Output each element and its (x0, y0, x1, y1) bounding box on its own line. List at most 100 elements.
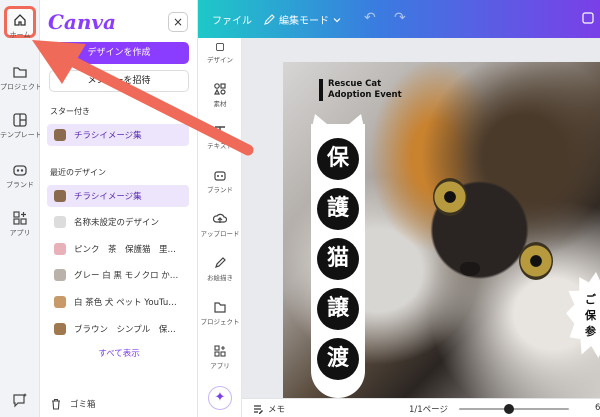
brand-icon (13, 165, 27, 176)
resize-icon[interactable] (582, 12, 594, 24)
rail-item-apps[interactable]: アプリ (0, 210, 40, 238)
tool-design[interactable]: デザイン (198, 42, 242, 64)
tool-label: アップロード (200, 230, 240, 238)
tool-label: プロジェクト (200, 318, 240, 326)
title-char: 保 (317, 138, 359, 180)
title-char: 猫 (317, 238, 359, 280)
show-all-link[interactable]: すべて表示 (40, 347, 198, 359)
recent-item[interactable]: ピンク 茶 保護猫 里… (47, 238, 189, 260)
tool-label: テキスト (207, 142, 233, 150)
apps-icon (13, 211, 27, 225)
design-thumbnail (54, 296, 66, 308)
rail-item-templates[interactable]: テンプレート (0, 112, 40, 140)
design-thumbnail (54, 216, 66, 228)
template-icon (13, 113, 27, 127)
tool-label: デザイン (207, 56, 233, 64)
brand-icon (214, 171, 226, 181)
design-thumbnail (54, 243, 66, 255)
rail-item-brand[interactable]: ブランド (0, 162, 40, 190)
trash-link[interactable]: ゴミ箱 (50, 398, 96, 410)
design-thumbnail (54, 323, 66, 335)
recent-item-label: 白 茶色 犬 ペット YouTu… (74, 298, 177, 308)
rail-label-projects: プロジェクト (0, 83, 40, 91)
design-thumbnail (54, 269, 66, 281)
tool-text[interactable]: テキスト (198, 124, 242, 150)
zoom-slider-handle[interactable] (503, 404, 514, 414)
tool-elements[interactable]: 素材 (198, 82, 242, 108)
close-panel-button[interactable]: × (168, 12, 188, 32)
recent-item[interactable]: ブラウン シンプル 保… (47, 318, 189, 340)
starred-title: スター付き (50, 107, 90, 116)
tool-label: ブランド (207, 186, 233, 194)
invite-label: メンバーを招待 (87, 76, 151, 86)
project-icon (214, 302, 226, 313)
cat-eye-left (433, 178, 467, 216)
page-count[interactable]: 1/1ページ (409, 403, 448, 415)
sparkle-chat-icon (13, 393, 27, 408)
sparkle-icon: ✦ (214, 390, 226, 405)
tool-label: 素材 (213, 100, 227, 108)
cat-nose (460, 262, 480, 276)
event-title-line2: Adoption Event (328, 90, 402, 100)
title-char: 護 (317, 188, 359, 230)
rail-item-home[interactable]: ホーム (0, 12, 40, 40)
design-thumbnail (54, 190, 66, 202)
canva-logo[interactable]: Canva (48, 10, 116, 34)
draw-icon (215, 257, 226, 268)
zoom-value[interactable]: 6 (595, 403, 600, 413)
tool-draw[interactable]: お絵描き (198, 256, 242, 282)
chevron-down-icon (333, 17, 341, 22)
pencil-icon (264, 14, 275, 25)
edit-mode-dropdown[interactable]: 編集モード (264, 12, 341, 27)
text-icon (215, 126, 225, 136)
tool-apps[interactable]: アプリ (198, 344, 242, 370)
starred-item[interactable]: チラシイメージ集 (47, 124, 189, 146)
side-panel: Canva × デザインを作成 メンバーを招待 スター付き チラシイメージ集 最… (40, 0, 198, 417)
starred-item-label: チラシイメージ集 (74, 131, 142, 141)
rail-label-home: ホーム (9, 31, 31, 39)
recent-item-label: ピンク 茶 保護猫 里… (74, 245, 177, 255)
undo-button[interactable]: ↶ (364, 10, 376, 26)
recent-title: 最近のデザイン (50, 168, 106, 177)
zoom-slider-track[interactable] (459, 408, 569, 410)
redo-button[interactable]: ↷ (394, 10, 406, 26)
invite-members-button[interactable]: メンバーを招待 (49, 70, 189, 92)
recent-item-label: グレー 白 黒 モノクロ か… (74, 271, 179, 281)
rail-label-apps: アプリ (9, 229, 31, 237)
title-char: 渡 (317, 338, 359, 380)
design-icon (216, 43, 224, 51)
bottom-bar: メモ 1/1ページ 6 (242, 398, 600, 417)
recent-item-label: 名称未設定のデザイン (74, 218, 160, 228)
rail-item-projects[interactable]: プロジェクト (0, 64, 40, 92)
title-char: 譲 (317, 288, 359, 330)
elements-icon (214, 83, 226, 95)
recent-item[interactable]: 名称未設定のデザイン (47, 211, 189, 233)
tool-uploads[interactable]: アップロード (198, 212, 242, 238)
notes-icon (254, 404, 263, 414)
tool-projects[interactable]: プロジェクト (198, 300, 242, 326)
recent-item[interactable]: 白 茶色 犬 ペット YouTu… (47, 291, 189, 313)
tool-label: アプリ (210, 362, 230, 370)
apps-icon (214, 345, 226, 357)
left-rail: ホーム プロジェクト テンプレート ブランド アプリ (0, 0, 40, 417)
magic-sparkle-button[interactable]: ✦ (208, 386, 232, 410)
tool-label: お絵描き (207, 274, 233, 282)
recent-item-label: チラシイメージ集 (74, 192, 142, 202)
cat-eye-right (519, 242, 553, 280)
memo-label: メモ (268, 405, 286, 415)
folder-icon (13, 67, 27, 78)
create-design-button[interactable]: デザインを作成 (49, 42, 189, 64)
rail-item-feedback[interactable] (0, 392, 40, 408)
trash-label: ゴミ箱 (70, 400, 96, 410)
memo-button[interactable]: メモ (253, 403, 285, 415)
edit-mode-label: 編集モード (279, 16, 329, 27)
recent-item[interactable]: チラシイメージ集 (47, 185, 189, 207)
trash-icon (52, 398, 60, 410)
home-icon (14, 14, 26, 26)
design-thumbnail (54, 129, 66, 141)
file-menu[interactable]: ファイル (212, 12, 252, 27)
recent-item[interactable]: グレー 白 黒 モノクロ か… (47, 264, 189, 286)
event-title[interactable]: Rescue Cat Adoption Event (319, 79, 402, 101)
recent-item-label: ブラウン シンプル 保… (74, 325, 176, 335)
tool-brand[interactable]: ブランド (198, 168, 242, 194)
